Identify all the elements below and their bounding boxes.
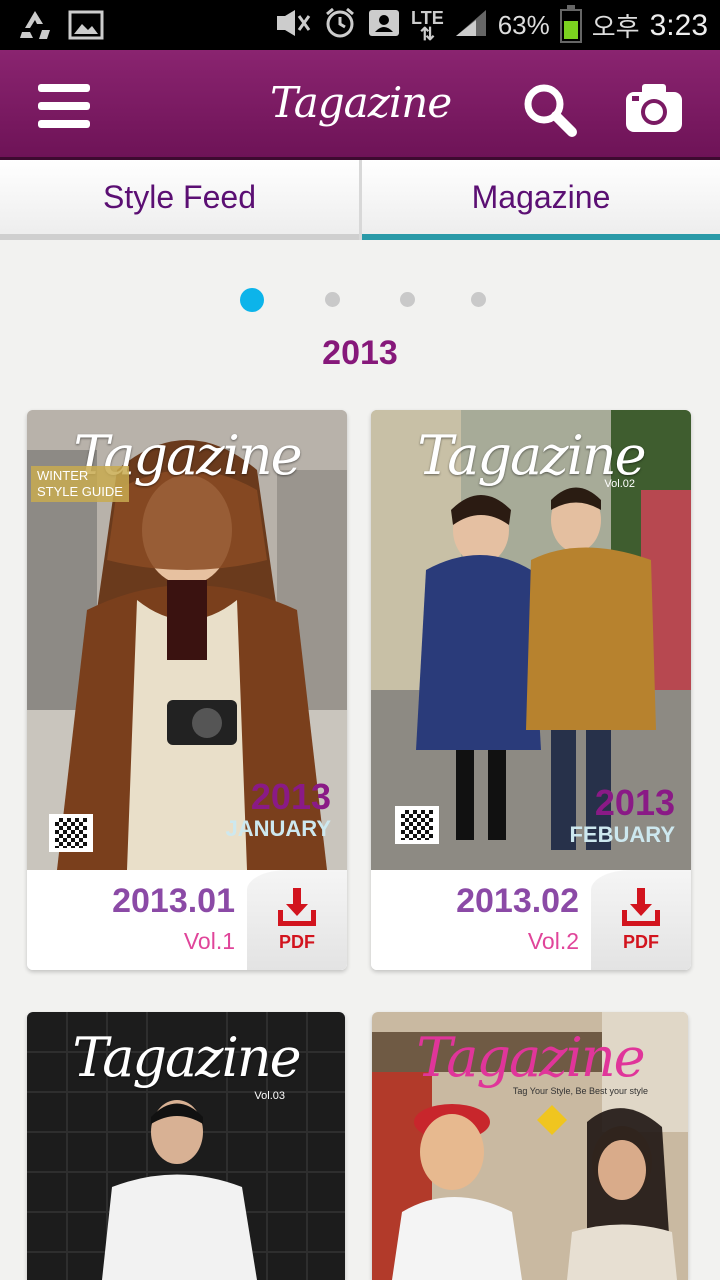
issue-date: 2013.02 (456, 882, 579, 920)
card-footer: 2013.01 Vol.1 PDF (27, 870, 347, 970)
page-dot-4[interactable] (471, 292, 486, 307)
download-icon (622, 888, 660, 926)
cover-badge: WINTER STYLE GUIDE (31, 466, 129, 502)
cover-month: JANUARY (225, 816, 331, 841)
app-bar: Tagazine (0, 50, 720, 160)
tab-style-feed[interactable]: Style Feed (0, 160, 359, 240)
cover-month: FEBUARY (569, 822, 675, 847)
tab-bar: Style Feed Magazine (0, 160, 720, 240)
search-icon[interactable] (520, 80, 580, 140)
page-dot-1[interactable] (240, 288, 264, 312)
contact-icon (367, 8, 401, 43)
cover-logo: Tagazine (72, 1026, 301, 1089)
image-icon (68, 10, 104, 44)
app-logo: Tagazine (270, 78, 452, 127)
tab-magazine[interactable]: Magazine (362, 160, 720, 240)
cover-logo: Tagazine (417, 424, 646, 487)
hamburger-menu-icon[interactable] (38, 84, 90, 128)
signal-icon (454, 8, 488, 43)
issue-volume: Vol.2 (527, 928, 579, 954)
cover-logo: Tagazine (416, 1026, 645, 1089)
clock: 3:23 (649, 8, 708, 42)
recycle-icon (16, 8, 54, 46)
card-footer: 2013.02 Vol.2 PDF (371, 870, 691, 970)
ampm-label: 오후 (591, 12, 640, 42)
cover-year: 2013 (250, 776, 331, 817)
battery-icon (559, 4, 582, 43)
page-indicator (0, 286, 720, 314)
cover-year: 2013 (594, 782, 675, 823)
page-dot-3[interactable] (400, 292, 415, 307)
magazine-cover-image[interactable]: Tagazine Vol.02 2013 FEBUARY (371, 410, 691, 870)
magazine-card-2[interactable]: Tagazine Vol.02 2013 FEBUARY 2013.02 Vol… (371, 410, 691, 970)
qr-code (49, 814, 93, 852)
magazine-cover-image[interactable]: Tagazine Tag Your Style, Be Best your st… (372, 1012, 688, 1280)
issue-volume: Vol.1 (183, 928, 235, 954)
battery-percent: 63% (497, 10, 550, 40)
pdf-download-button[interactable]: PDF (247, 870, 347, 970)
download-icon (278, 888, 316, 926)
qr-code (395, 806, 439, 844)
cover-tagline: Tag Your Style, Be Best your style (512, 1086, 648, 1096)
cover-volume: Vol.02 (604, 478, 635, 490)
magazine-card-3[interactable]: Tagazine Vol.03 (27, 1012, 345, 1280)
network-type: LTE ⇅ (411, 7, 444, 44)
page-dot-2[interactable] (325, 292, 340, 307)
alarm-icon (323, 6, 357, 45)
pdf-download-button[interactable]: PDF (591, 870, 691, 970)
magazine-card-4[interactable]: Tagazine Tag Your Style, Be Best your st… (372, 1012, 688, 1280)
issue-date: 2013.01 (112, 882, 235, 920)
cover-volume: Vol.03 (254, 1090, 285, 1102)
mute-icon (273, 8, 313, 43)
camera-icon[interactable] (624, 80, 684, 136)
pdf-label: PDF (279, 932, 315, 952)
section-year: 2013 (322, 334, 398, 372)
status-bar: LTE ⇅ 63% 오후 3:23 (0, 0, 720, 50)
magazine-cover-image[interactable]: Tagazine WINTER STYLE GUIDE 2013 JANUARY (27, 410, 347, 870)
magazine-card-1[interactable]: Tagazine WINTER STYLE GUIDE 2013 JANUARY … (27, 410, 347, 970)
pdf-label: PDF (623, 932, 659, 952)
magazine-cover-image[interactable]: Tagazine Vol.03 (27, 1012, 345, 1280)
